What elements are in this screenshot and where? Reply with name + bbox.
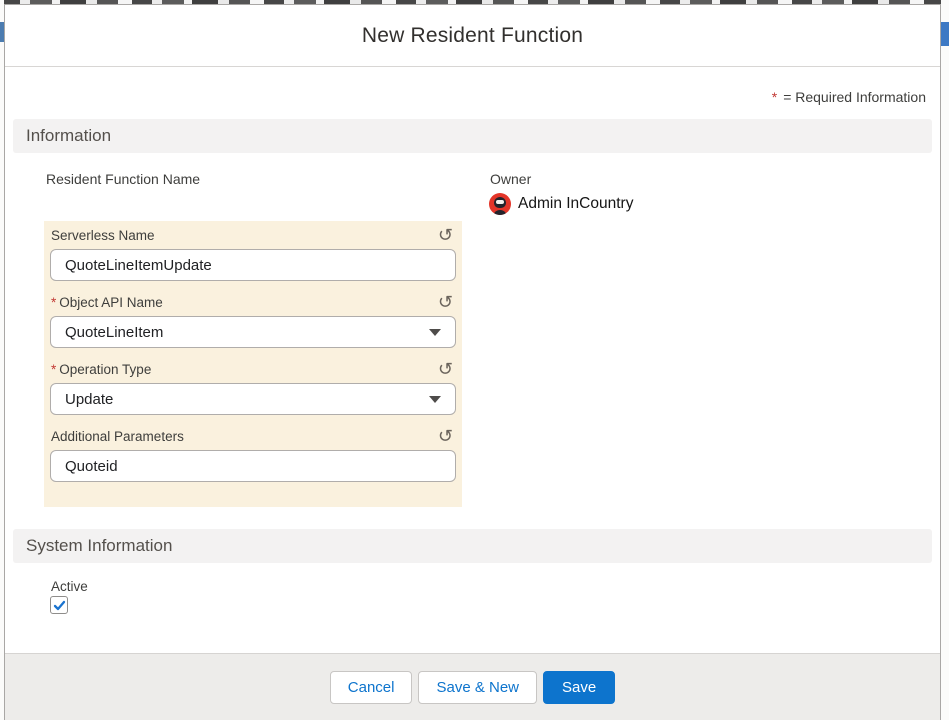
additional-parameters-input[interactable] bbox=[50, 450, 456, 482]
operation-type-label: Operation Type bbox=[59, 362, 151, 377]
section-header-information: Information bbox=[13, 119, 932, 153]
required-note-text: = Required Information bbox=[783, 89, 926, 105]
new-resident-function-modal: New Resident Function * = Required Inform… bbox=[4, 4, 941, 720]
resident-function-name-label: Resident Function Name bbox=[46, 171, 200, 187]
modal-body: * = Required Information Information Resi… bbox=[5, 67, 940, 653]
modal-footer: Cancel Save & New Save bbox=[5, 653, 940, 720]
owner-value-row: Admin InCountry bbox=[489, 193, 633, 215]
field-group-serverless-name: Serverless Name ↺ bbox=[50, 227, 456, 281]
required-asterisk-icon: * bbox=[51, 295, 56, 310]
serverless-name-label: Serverless Name bbox=[51, 228, 155, 243]
required-asterisk-icon: * bbox=[772, 89, 777, 105]
required-information-note: * = Required Information bbox=[772, 89, 926, 105]
undo-icon[interactable]: ↺ bbox=[436, 430, 455, 444]
cancel-button[interactable]: Cancel bbox=[330, 671, 413, 704]
active-label: Active bbox=[51, 579, 88, 594]
undo-icon[interactable]: ↺ bbox=[436, 363, 455, 377]
owner-label: Owner bbox=[490, 171, 531, 187]
operation-type-selected-value: Update bbox=[65, 391, 113, 408]
additional-parameters-label: Additional Parameters bbox=[51, 429, 184, 444]
edited-fields-panel: Serverless Name ↺ * Object API Name ↺ Qu… bbox=[44, 221, 462, 507]
object-api-name-label: Object API Name bbox=[59, 295, 163, 310]
section-title: System Information bbox=[26, 536, 172, 556]
operation-type-select[interactable]: Update bbox=[50, 383, 456, 415]
undo-icon[interactable]: ↺ bbox=[436, 296, 455, 310]
dropdown-arrow-icon bbox=[429, 396, 441, 403]
section-header-system-information: System Information bbox=[13, 529, 932, 563]
section-title: Information bbox=[26, 126, 111, 146]
undo-icon[interactable]: ↺ bbox=[436, 229, 455, 243]
checkmark-icon bbox=[53, 599, 66, 612]
modal-header: New Resident Function bbox=[5, 5, 940, 67]
field-group-additional-parameters: Additional Parameters ↺ bbox=[50, 428, 456, 482]
save-button[interactable]: Save bbox=[543, 671, 615, 704]
modal-title: New Resident Function bbox=[362, 24, 583, 48]
object-api-name-selected-value: QuoteLineItem bbox=[65, 324, 163, 341]
avatar-ninja-eyes bbox=[496, 200, 504, 204]
object-api-name-select[interactable]: QuoteLineItem bbox=[50, 316, 456, 348]
field-group-object-api-name: * Object API Name ↺ QuoteLineItem bbox=[50, 294, 456, 348]
active-checkbox[interactable] bbox=[50, 596, 68, 614]
background-blue-fragment bbox=[941, 22, 949, 46]
background-page-right-sliver bbox=[941, 0, 949, 720]
owner-name: Admin InCountry bbox=[518, 195, 633, 213]
dropdown-arrow-icon bbox=[429, 329, 441, 336]
avatar-ninja-body bbox=[493, 210, 507, 215]
field-group-operation-type: * Operation Type ↺ Update bbox=[50, 361, 456, 415]
save-and-new-button[interactable]: Save & New bbox=[418, 671, 537, 704]
required-asterisk-icon: * bbox=[51, 362, 56, 377]
user-avatar-icon bbox=[489, 193, 511, 215]
serverless-name-input[interactable] bbox=[50, 249, 456, 281]
